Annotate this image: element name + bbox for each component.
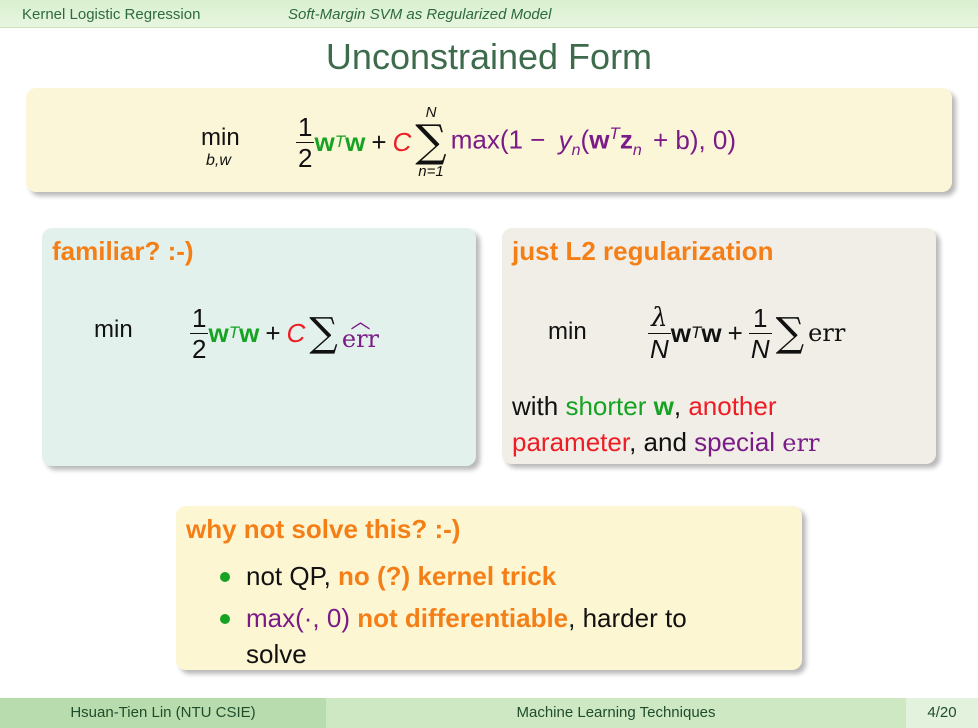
w-vector: w	[208, 317, 229, 348]
text-not-qp: not QP,	[246, 561, 339, 591]
bullet-dot-icon	[220, 614, 230, 624]
top-objective: 1 2 wTw + C N ∑ n=1 max(1 − yn(wTzn + b)…	[296, 102, 736, 182]
w-vector: w	[589, 124, 610, 155]
slide-footer: Hsuan-Tien Lin (NTU CSIE) Machine Learni…	[0, 698, 978, 728]
footer-page-number: 4/20	[906, 698, 978, 728]
c-parameter: C	[286, 317, 306, 348]
left-objective: 1 2 wTw + C ∑ ︿ err	[190, 298, 379, 368]
footer-author: Hsuan-Tien Lin (NTU CSIE)	[0, 698, 326, 728]
text-max: max(·, 0)	[246, 603, 358, 633]
text-another: another	[688, 391, 777, 421]
frac-den: N	[748, 332, 772, 364]
sigma-symbol: ∑	[415, 116, 447, 167]
hinge-term: max(1 − yn(wTzn + b), 0)	[451, 124, 736, 160]
frac-den: 2	[190, 332, 209, 364]
w-vector: w	[701, 317, 722, 348]
bullet-dot-icon	[220, 572, 230, 582]
slide-header: Kernel Logistic Regression Soft-Margin S…	[0, 0, 978, 28]
frac-num: λ	[651, 302, 668, 333]
text-special: special	[694, 427, 783, 457]
bullet-item: max(·, 0) not differentiable, harder to …	[216, 600, 687, 672]
text-not-differentiable: not differentiable	[357, 603, 569, 633]
right-objective: λ N wTw + 1 N ∑ err	[648, 298, 845, 368]
l2-line-2: parameter, and special err	[512, 424, 819, 461]
one-over-n-fraction: 1 N	[748, 302, 772, 364]
plus-sign: +	[265, 317, 281, 348]
paren-open: (	[580, 124, 590, 155]
header-subsection: Soft-Margin SVM as Regularized Model	[288, 6, 552, 23]
why-not-bullets: not QP, no (?) kernel trick max(·, 0) no…	[216, 558, 687, 678]
text-parameter: parameter	[512, 427, 630, 457]
plus-sign: +	[371, 126, 387, 157]
transpose-mark: T	[228, 323, 240, 342]
plus-b-close: + b), 0)	[652, 124, 737, 155]
text-with: with	[512, 391, 566, 421]
w-vector: w	[314, 126, 335, 157]
why-not-heading: why not solve this? :-)	[186, 514, 461, 544]
footer-course: Machine Learning Techniques	[326, 698, 906, 728]
top-min-subscript: b,w	[206, 152, 231, 170]
w-vector: w	[345, 126, 366, 157]
bullet-item: not QP, no (?) kernel trick	[216, 558, 687, 594]
summation: N ∑ n=1	[415, 105, 446, 179]
n-subscript: n	[571, 141, 581, 159]
text-comma: ,	[673, 391, 689, 421]
left-min: min	[94, 316, 133, 343]
plus-sign: +	[727, 317, 743, 348]
unconstrained-formula-box: min b,w 1 2 wTw + C N ∑ n=1 max(1 − yn(w…	[26, 88, 952, 192]
text-harder-to: , harder to	[568, 603, 687, 633]
l2-description: with shorter w, another parameter, and s…	[512, 388, 819, 461]
err-label: err	[341, 325, 380, 353]
l2-line-1: with shorter w, another	[512, 388, 819, 424]
w-vector: w	[653, 391, 674, 421]
familiar-heading: familiar? :-)	[52, 236, 194, 266]
transpose-mark: T	[609, 124, 620, 144]
max-open: max(1 −	[450, 124, 546, 155]
top-min: min	[201, 124, 240, 152]
right-min: min	[548, 318, 587, 345]
text-no-kernel-trick: no (?) kernel trick	[338, 561, 557, 591]
frac-num: 1	[752, 302, 768, 333]
frac-den: N	[648, 332, 671, 364]
l2-regularization-box: just L2 regularization min λ N wTw + 1 N…	[502, 228, 936, 464]
n-subscript: n	[632, 141, 642, 159]
err-label: err	[782, 429, 820, 457]
half-fraction: 1 2	[190, 302, 209, 364]
lambda-fraction: λ N	[648, 305, 671, 362]
sum-lower: n=1	[418, 163, 444, 180]
text-shorter: shorter	[565, 391, 654, 421]
sigma-symbol: ∑	[309, 310, 338, 356]
w-vector: w	[670, 317, 692, 348]
min-subscript: b,w	[206, 152, 231, 169]
err-label: err	[808, 319, 846, 347]
slide-title: Unconstrained Form	[325, 36, 653, 77]
why-not-box: why not solve this? :-) not QP, no (?) k…	[176, 506, 802, 670]
frac-num: 1	[298, 111, 313, 142]
z-vector: z	[619, 124, 633, 155]
sigma-symbol: ∑	[775, 310, 805, 356]
w-vector: w	[239, 317, 260, 348]
min-label: min	[201, 124, 240, 151]
frac-den: 2	[296, 141, 315, 173]
l2-heading: just L2 regularization	[512, 236, 774, 266]
transpose-mark: T	[691, 323, 702, 342]
familiar-box: familiar? :-) min 1 2 wTw + C ∑ ︿ err	[42, 228, 476, 466]
text-solve: solve	[246, 639, 307, 669]
y-label: y	[558, 124, 572, 155]
frac-num: 1	[192, 302, 207, 333]
transpose-mark: T	[334, 132, 346, 151]
err-hat: ︿ err	[341, 311, 380, 353]
text-and: , and	[629, 427, 695, 457]
header-section: Kernel Logistic Regression	[22, 6, 201, 23]
half-fraction: 1 2	[296, 111, 315, 173]
c-parameter: C	[392, 126, 412, 157]
